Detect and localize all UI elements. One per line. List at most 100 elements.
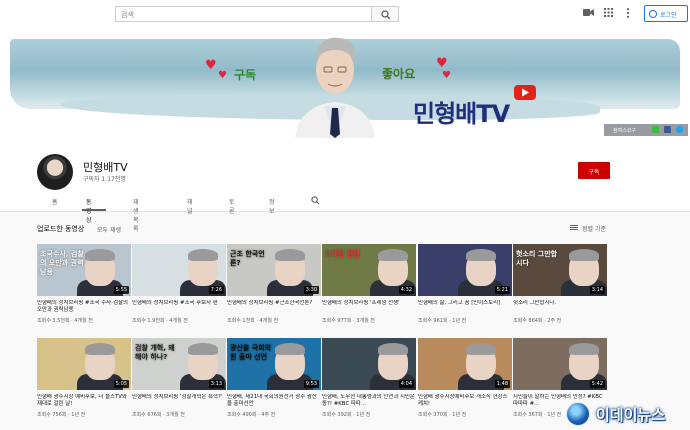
active-tab-indicator xyxy=(82,209,106,211)
video-duration: 5:21 xyxy=(494,286,510,294)
thumbnail-figure-hair xyxy=(85,343,115,355)
channel-banner: ♥ ♥ 구독 좋아요 ♥ ♥ 민형배TV 참여스코구 xyxy=(0,30,690,138)
video-thumbnail[interactable]: 조국수사, 검찰의 오만과 권력 남용 5:55 xyxy=(37,244,131,296)
video-title[interactable]: 민형배의 삶, 그리고 꿈 [민이스토리] xyxy=(418,300,512,314)
play-all-link[interactable]: 모두 재생 xyxy=(97,225,121,234)
banner-social-links: 참여스코구 xyxy=(604,124,688,136)
thumbnail-caption: 프레임 전쟁 xyxy=(325,250,360,258)
video-duration: 3:14 xyxy=(589,286,605,294)
video-thumbnail[interactable]: 1:48 xyxy=(418,338,512,390)
thumbnail-figure-hair xyxy=(188,249,218,261)
youtube-play-icon xyxy=(514,85,536,100)
thumbnail-figure-hair xyxy=(378,249,408,261)
video-meta: 조회수 367회 · 1년 전 xyxy=(513,412,562,418)
banner-logo-text: 민형배TV xyxy=(413,100,510,128)
search-input[interactable]: 검색 xyxy=(115,6,371,22)
thumbnail-figure-hair xyxy=(378,343,408,355)
channel-search-icon[interactable] xyxy=(311,196,320,205)
social-link-label[interactable]: 참여스코구 xyxy=(613,128,636,134)
tab-channels[interactable]: 채널 xyxy=(187,197,193,215)
subscriber-count: 구독자 1.17천명 xyxy=(83,176,126,183)
twitter-icon[interactable] xyxy=(676,126,683,133)
video-duration: 1:48 xyxy=(494,380,510,388)
video-thumbnail[interactable]: 7:26 xyxy=(132,244,226,296)
video-duration: 3:13 xyxy=(208,380,224,388)
tab-discussion[interactable]: 토론 xyxy=(229,197,235,215)
video-meta: 조회수 3.5천회 · 4개월 전 xyxy=(37,318,93,324)
video-thumbnail[interactable]: 프레임 전쟁 4:32 xyxy=(322,244,416,296)
banner-like-text: 좋아요 xyxy=(382,67,416,81)
create-video-icon[interactable] xyxy=(583,8,594,17)
heart-icon: ♥ xyxy=(218,70,227,81)
video-duration: 5:05 xyxy=(113,380,129,388)
video-title[interactable]: 민형배의 정치브리핑 #조국 후보자 편 xyxy=(132,300,226,314)
video-thumbnail[interactable]: 헛소리 그만합시다 3:14 xyxy=(513,244,607,296)
video-title[interactable]: 민형배 광주시장예비후보 개소식 현장스케치! xyxy=(418,394,512,408)
video-thumbnail[interactable]: 근조 한국언론? 3:30 xyxy=(227,244,321,296)
thumbnail-caption: 근조 한국언론? xyxy=(230,250,265,267)
banner-subscribe-text: 구독 xyxy=(234,68,257,82)
thumbnail-figure-hair xyxy=(275,249,305,261)
video-thumbnail[interactable]: 광산을 국회의원 출마 선언 9:53 xyxy=(227,338,321,390)
tab-about[interactable]: 정보 xyxy=(269,197,275,215)
tab-playlists[interactable]: 재생목록 xyxy=(133,197,139,233)
video-thumbnail[interactable]: 5:21 xyxy=(418,244,512,296)
thumbnail-figure-hair xyxy=(569,249,599,261)
top-bar: 검색 로그인 xyxy=(0,0,690,30)
search-icon xyxy=(381,10,391,20)
watermark-text: 이데이뉴스 xyxy=(596,406,666,424)
section-title: 업로드한 동영상 xyxy=(37,225,85,233)
avatar[interactable] xyxy=(37,154,73,190)
thumbnail-figure-hair xyxy=(569,343,599,355)
video-title[interactable]: 민형배의 정치브리핑 '프레임 전쟁' xyxy=(322,300,416,314)
video-thumbnail[interactable]: 5:05 xyxy=(37,338,131,390)
banner-portrait xyxy=(295,37,375,138)
thumbnail-figure-hair xyxy=(466,249,496,261)
sort-button[interactable]: 정렬 기준 xyxy=(570,224,606,233)
video-meta: 조회수 864회 · 2주 전 xyxy=(513,318,562,324)
login-button[interactable]: 로그인 xyxy=(644,5,688,22)
video-title[interactable]: 민형배 광주시장 예비후보, 더 플스TV와 재대로 걸린 날! xyxy=(37,394,131,408)
video-title[interactable]: 헛소리 그만합시다. xyxy=(513,300,607,314)
apps-grid-icon[interactable] xyxy=(604,8,613,17)
sort-label: 정렬 기준 xyxy=(582,226,606,233)
thumbnail-caption: 조국수사, 검찰의 오만과 권력 남용 xyxy=(40,250,84,276)
video-thumbnail[interactable]: 5:42 xyxy=(513,338,607,390)
video-meta: 조회수 977회 · 3개월 전 xyxy=(322,318,375,324)
facebook-icon[interactable] xyxy=(664,126,671,133)
video-meta: 조회수 756회 · 1년 전 xyxy=(37,412,86,418)
sort-icon xyxy=(570,225,578,226)
video-title[interactable]: 민형배, 제21대 국회의원선거 광주 광산을 출마선언 xyxy=(227,394,321,408)
video-duration: 9:53 xyxy=(303,380,319,388)
video-duration: 5:55 xyxy=(113,286,129,294)
video-thumbnail[interactable]: 4:04 xyxy=(322,338,416,390)
video-meta: 조회수 490회 · 4주 전 xyxy=(227,412,276,418)
channel-header: 민형배TV 구독자 1.17천명 구독 홈 동영상 재생목록 채널 토론 정보 xyxy=(0,138,690,233)
video-title[interactable]: 민형배의 정치브리핑 #조국 수사-검찰의 오만과 권력남용 xyxy=(37,300,131,314)
user-icon xyxy=(649,10,657,18)
chat-icon[interactable] xyxy=(652,126,659,133)
video-title[interactable]: 민형배의 정치브리핑 #근조한국언론? xyxy=(227,300,321,314)
video-meta: 조회수 1.9천회 · 4개월 전 xyxy=(132,318,188,324)
login-label: 로그인 xyxy=(660,12,677,19)
globe-icon xyxy=(566,402,590,426)
thumbnail-caption: 검찰 개혁, 왜 해야 하나? xyxy=(135,344,175,361)
thumbnail-caption: 헛소리 그만합시다 xyxy=(516,250,558,267)
video-meta: 조회수 961회 · 1년 전 xyxy=(418,318,467,324)
video-meta: 조회수 676회 · 3개월 전 xyxy=(132,412,185,418)
video-title[interactable]: 민형배의 정치브리핑 '검찰개혁은 특혁?' xyxy=(132,394,226,408)
news-watermark: 이데이뉴스 xyxy=(566,400,690,430)
search-button[interactable] xyxy=(371,6,399,22)
video-thumbnail[interactable]: 검찰 개혁, 왜 해야 하나? 3:13 xyxy=(132,338,226,390)
tab-home[interactable]: 홈 xyxy=(52,197,58,206)
video-duration: 4:32 xyxy=(398,286,414,294)
more-options-icon[interactable] xyxy=(626,8,630,18)
heart-icon: ♥ xyxy=(205,58,217,73)
subscribe-button[interactable]: 구독 xyxy=(578,162,610,179)
video-title[interactable]: 민형배, 노무현 대통령과의 인연과 시민운동?! #KBC 따따... xyxy=(322,394,416,408)
thumbnail-figure-hair xyxy=(85,249,115,261)
thumbnail-figure-hair xyxy=(275,343,305,355)
heart-icon: ♥ xyxy=(442,70,451,81)
channel-name: 민형배TV xyxy=(83,161,128,174)
video-meta: 조회수 370회 · 1년 전 xyxy=(418,412,467,418)
